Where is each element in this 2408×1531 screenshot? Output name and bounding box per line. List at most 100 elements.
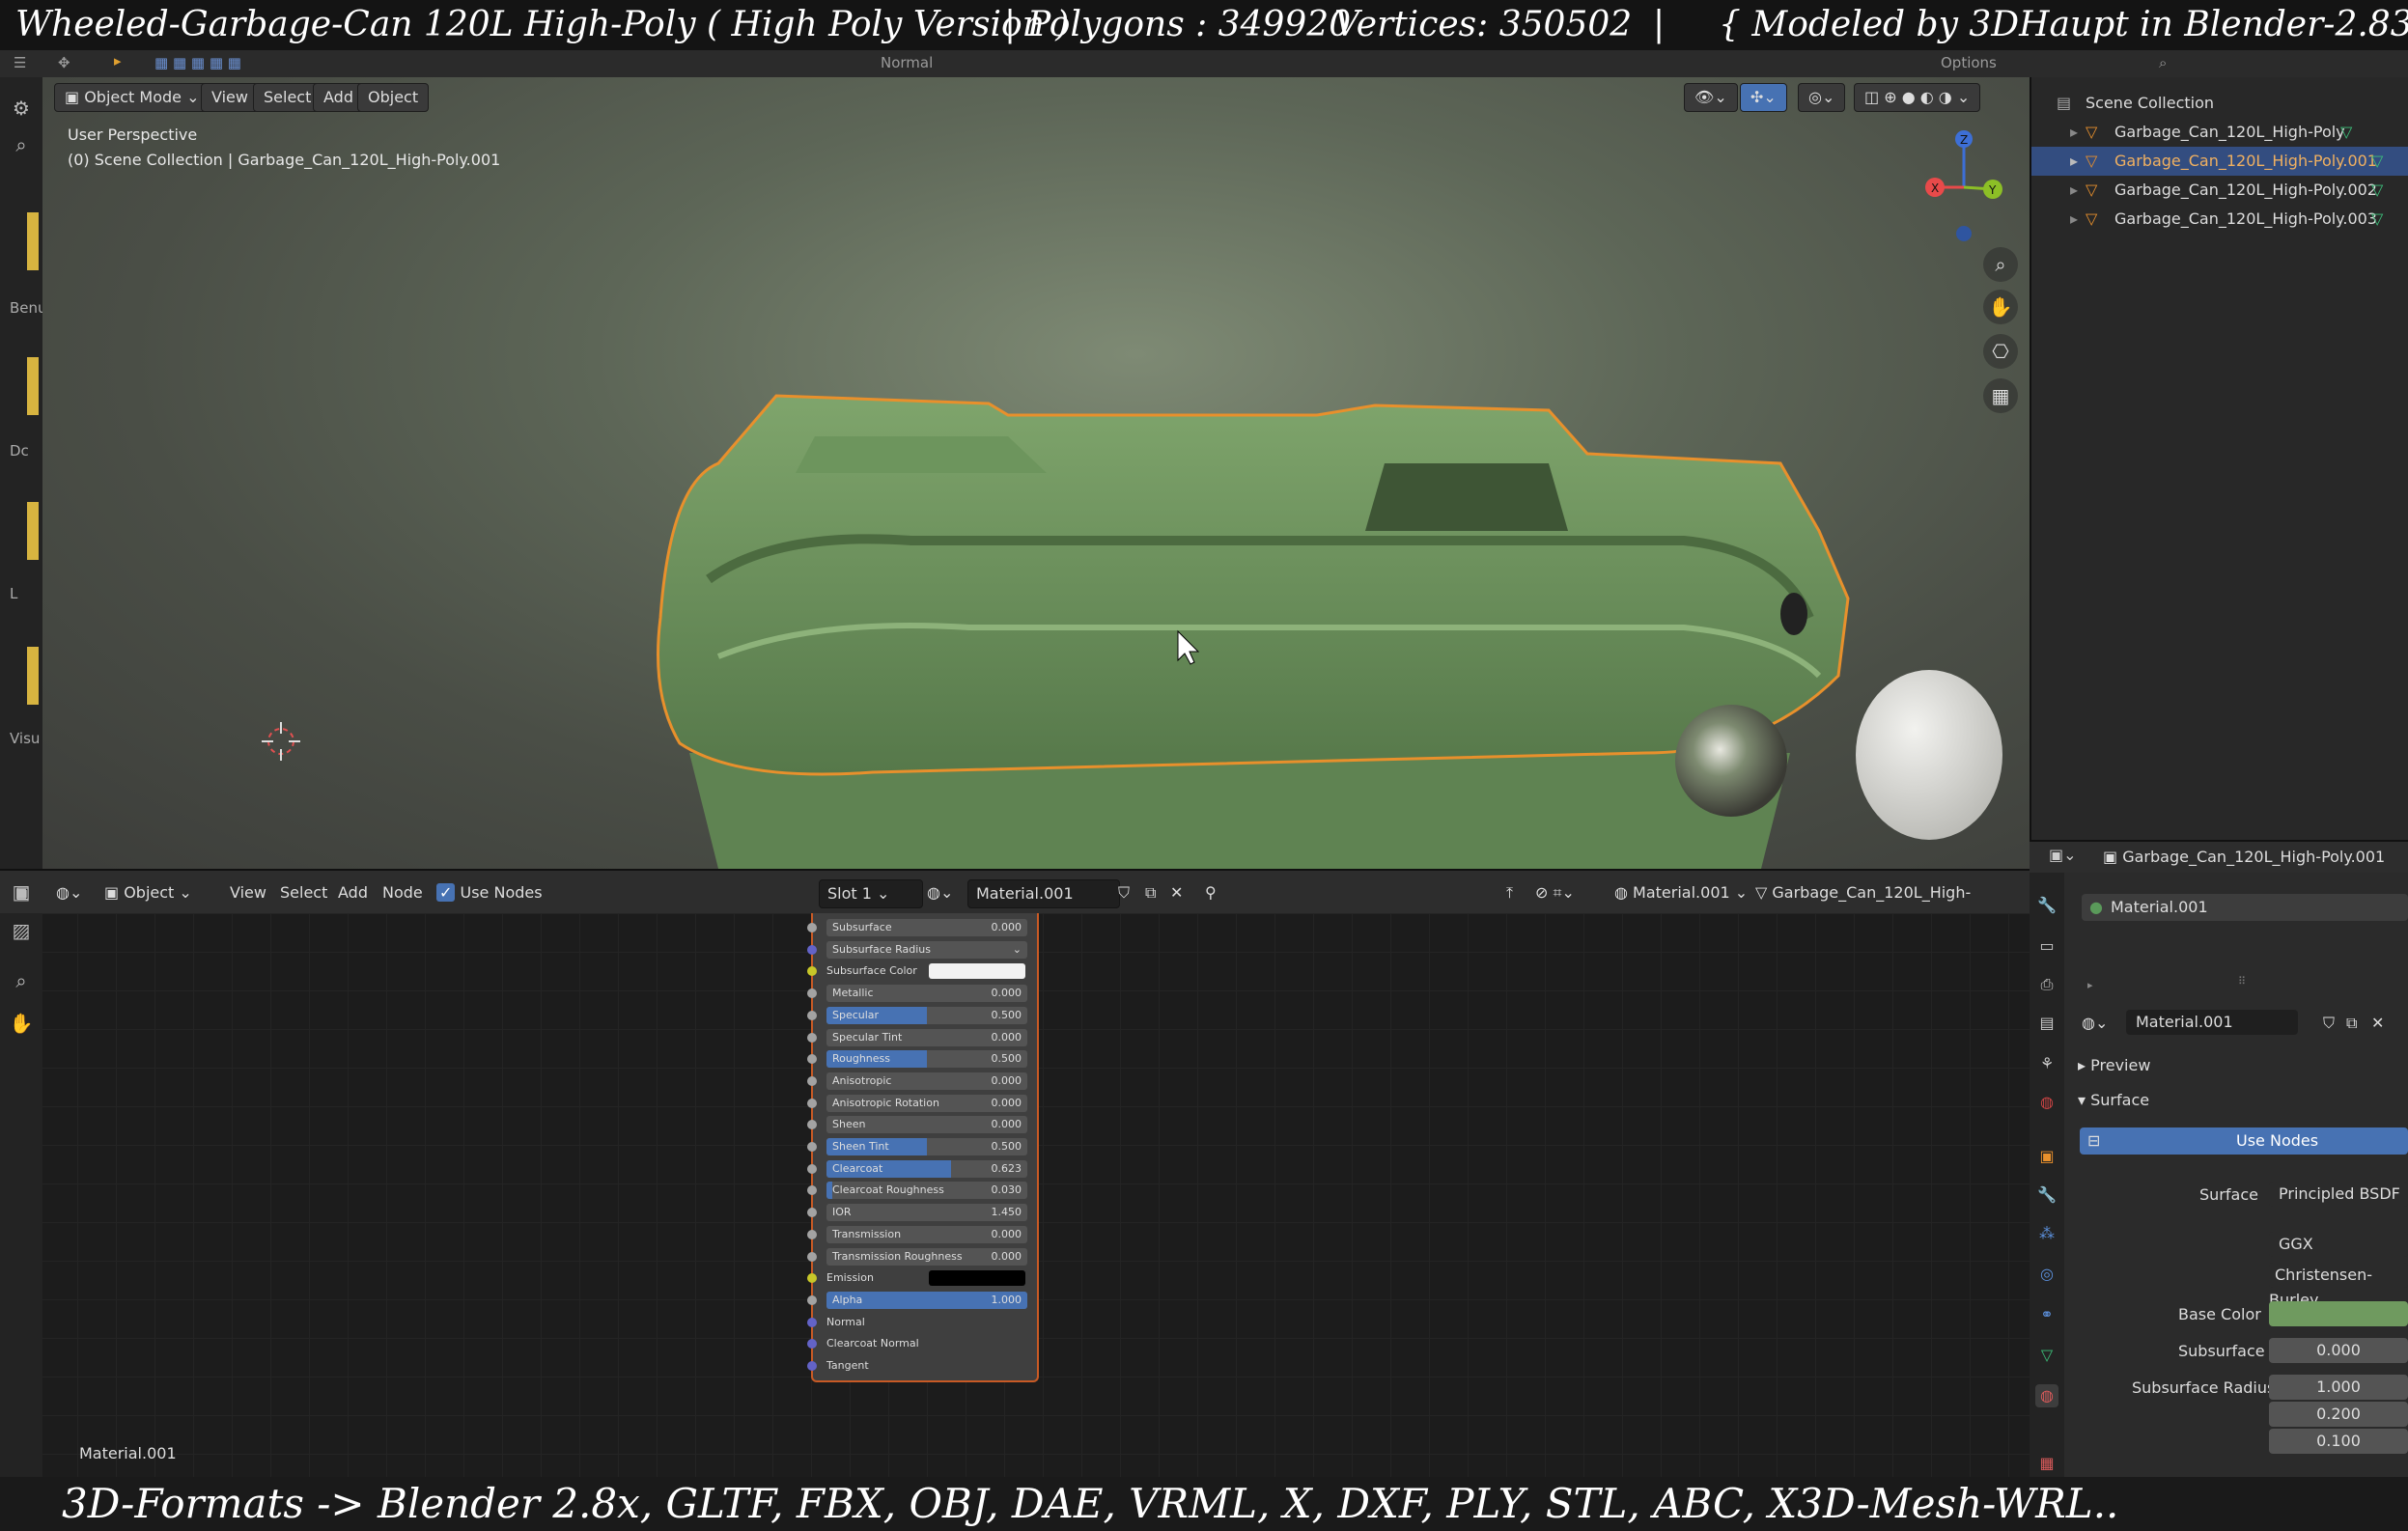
3d-viewport[interactable]: Z Y X ▣ Object Mode ⌄ View Select Add Ob… — [42, 77, 2030, 869]
menu-view[interactable]: View — [230, 879, 266, 906]
duplicate-icon[interactable]: ⧉ — [2346, 1014, 2357, 1033]
zoom-icon[interactable]: ⌕ — [1983, 247, 2018, 282]
select-tool-icon[interactable]: ▸ — [114, 52, 122, 70]
zoom-icon[interactable]: ⌕ — [8, 967, 35, 994]
transform-orientation[interactable]: Normal — [881, 54, 933, 71]
input-socket[interactable] — [807, 1317, 817, 1327]
navigation-gizmo[interactable]: Z Y X — [1925, 130, 2002, 241]
input-socket[interactable] — [807, 1208, 817, 1218]
node-input-field[interactable]: Clearcoat Roughness 0.030 — [826, 1182, 1027, 1200]
output-tab-icon[interactable]: ⎙ — [2035, 973, 2058, 996]
input-socket[interactable] — [807, 1075, 817, 1086]
expand-arrow-icon[interactable]: ▸ — [2087, 979, 2093, 991]
mesh-data-icon[interactable]: ▽ — [2371, 176, 2383, 205]
menu-add[interactable]: Add — [338, 879, 368, 906]
input-socket[interactable] — [807, 923, 817, 933]
use-nodes-button[interactable]: ⊟ Use Nodes — [2080, 1127, 2408, 1155]
input-socket[interactable] — [807, 1294, 817, 1305]
node-input-row[interactable]: Tangent — [807, 1355, 1037, 1377]
data-tab-icon[interactable]: ▽ — [2035, 1344, 2058, 1367]
input-socket[interactable] — [807, 1229, 817, 1239]
snap-icon[interactable]: ⊘ ⌗⌄ — [1535, 879, 1575, 906]
texture-tab-icon[interactable]: ▦ — [2035, 1452, 2058, 1475]
node-input-field[interactable]: IOR 1.450 — [826, 1204, 1027, 1222]
node-input-row[interactable]: Specular 0.500 — [807, 1005, 1037, 1026]
node-input-row[interactable]: Clearcoat 0.623 — [807, 1158, 1037, 1180]
shading-modes[interactable]: ◫ ⊕ ● ◐ ◑ ⌄ — [1854, 83, 1981, 112]
node-input-field[interactable]: Sheen Tint 0.500 — [826, 1138, 1027, 1155]
outliner-item[interactable]: ▸ ▽ Garbage_Can_120L_High-Poly.002 ▽ — [2031, 176, 2408, 205]
node-input-row[interactable]: Transmission 0.000 — [807, 1224, 1037, 1245]
outliner-item-selected[interactable]: ▸ ▽ Garbage_Can_120L_High-Poly.001 ▽ — [2031, 147, 2408, 176]
node-input-row[interactable]: Anisotropic 0.000 — [807, 1071, 1037, 1092]
material-name-field[interactable]: Material.001 — [2126, 1010, 2298, 1035]
menu-select[interactable]: Select — [253, 83, 322, 112]
subsurface-radius-y[interactable]: 0.200 — [2269, 1402, 2408, 1427]
subsurface-field[interactable]: 0.000 — [2269, 1338, 2408, 1363]
camera-icon[interactable]: ⎔ — [1983, 334, 2018, 369]
node-input-row[interactable]: Transmission Roughness 0.000 — [807, 1246, 1037, 1267]
node-input-field[interactable]: Specular 0.500 — [826, 1006, 1027, 1024]
material-browse-icon[interactable]: ◍⌄ — [2082, 1014, 2108, 1032]
node-input-field[interactable]: Metallic 0.000 — [826, 985, 1027, 1003]
node-input-row[interactable]: Roughness 0.500 — [807, 1048, 1037, 1070]
particles-tab-icon[interactable]: ⁂ — [2035, 1222, 2058, 1245]
annotate-icon[interactable]: ▨ — [8, 917, 35, 944]
fake-user-icon[interactable]: ⛉ — [1118, 879, 1130, 906]
node-input-field[interactable]: Anisotropic Rotation 0.000 — [826, 1094, 1027, 1112]
material-tab-icon[interactable]: ◍ — [2035, 1384, 2058, 1407]
view-layer-tab-icon[interactable]: ▤ — [2035, 1012, 2058, 1035]
node-input-row[interactable]: IOR 1.450 — [807, 1202, 1037, 1223]
node-input-row[interactable]: Emission — [807, 1267, 1037, 1289]
surface-panel-header[interactable]: ▾ Surface — [2078, 1091, 2149, 1109]
node-input-field[interactable]: Sheen 0.000 — [826, 1116, 1027, 1134]
node-input-row[interactable]: Subsurface Radius ⌄ — [807, 939, 1037, 960]
outliner-item[interactable]: ▸ ▽ Garbage_Can_120L_High-Poly ▽ — [2031, 118, 2408, 147]
node-input-field[interactable]: Roughness 0.500 — [826, 1050, 1027, 1069]
select-mode-icon[interactable]: ▦ ▦ ▦ ▦ ▦ — [154, 54, 241, 71]
input-socket[interactable] — [807, 966, 817, 977]
material-browse-icon[interactable]: ◍⌄ — [927, 879, 953, 906]
shader-object-dropdown[interactable]: ▣ Object ⌄ — [104, 879, 192, 906]
outliner-item[interactable]: ▸ ▽ Garbage_Can_120L_High-Poly.003 ▽ — [2031, 205, 2408, 234]
expand-arrow-icon[interactable]: ▸ — [2070, 118, 2078, 147]
options-menu[interactable]: Options — [1941, 54, 1997, 71]
slot-dropdown[interactable]: Slot 1 ⌄ — [819, 879, 923, 908]
expand-arrow-icon[interactable]: ▸ — [2070, 205, 2078, 234]
ortho-grid-icon[interactable]: ▦ — [1983, 378, 2018, 413]
physics-tab-icon[interactable]: ◎ — [2035, 1263, 2058, 1286]
node-input-row[interactable]: Clearcoat Roughness 0.030 — [807, 1180, 1037, 1201]
node-input-row[interactable]: Subsurface 0.000 — [807, 917, 1037, 938]
garbage-can-render[interactable]: Z Y X — [42, 77, 2030, 869]
shader-type-icon[interactable]: ◍⌄ — [56, 879, 82, 906]
input-socket[interactable] — [807, 1032, 817, 1043]
pan-hand-icon[interactable]: ✋ — [8, 1010, 35, 1037]
addon-tab[interactable] — [27, 357, 39, 415]
menu-object[interactable]: Object — [357, 83, 430, 112]
parent-node-icon[interactable]: ⤒ — [1506, 879, 1513, 906]
input-socket[interactable] — [807, 1185, 817, 1196]
input-socket[interactable] — [807, 1054, 817, 1065]
input-socket[interactable] — [807, 1120, 817, 1130]
search-icon[interactable]: ⌕ — [8, 131, 35, 158]
node-input-row[interactable]: Normal — [807, 1312, 1037, 1333]
input-socket[interactable] — [807, 1010, 817, 1020]
menu-node[interactable]: Node — [382, 879, 423, 906]
input-socket[interactable] — [807, 1251, 817, 1262]
menu-view[interactable]: View — [201, 83, 259, 112]
resize-handle-icon[interactable]: ⠿ — [2238, 975, 2246, 988]
node-input-row[interactable]: Alpha 1.000 — [807, 1290, 1037, 1311]
node-input-field[interactable]: Transmission Roughness 0.000 — [826, 1247, 1027, 1266]
menu-icon[interactable]: ☰ — [14, 54, 26, 71]
node-input-row[interactable]: Metallic 0.000 — [807, 983, 1037, 1004]
object-mode-dropdown[interactable]: ▣ Object Mode ⌄ — [54, 83, 210, 112]
outliner-scene-collection[interactable]: ▤ Scene Collection — [2031, 89, 2408, 118]
surface-shader-field[interactable]: Principled BSDF — [2269, 1182, 2408, 1207]
editor-type-icon[interactable]: ✥ — [58, 54, 70, 71]
node-input-field[interactable]: Specular Tint 0.000 — [826, 1028, 1027, 1046]
tool-settings-icon[interactable]: ⚙ — [8, 95, 35, 122]
addon-tab[interactable] — [27, 212, 39, 270]
input-socket[interactable] — [807, 988, 817, 999]
close-icon[interactable]: ✕ — [1170, 879, 1183, 906]
input-socket[interactable] — [807, 1098, 817, 1108]
